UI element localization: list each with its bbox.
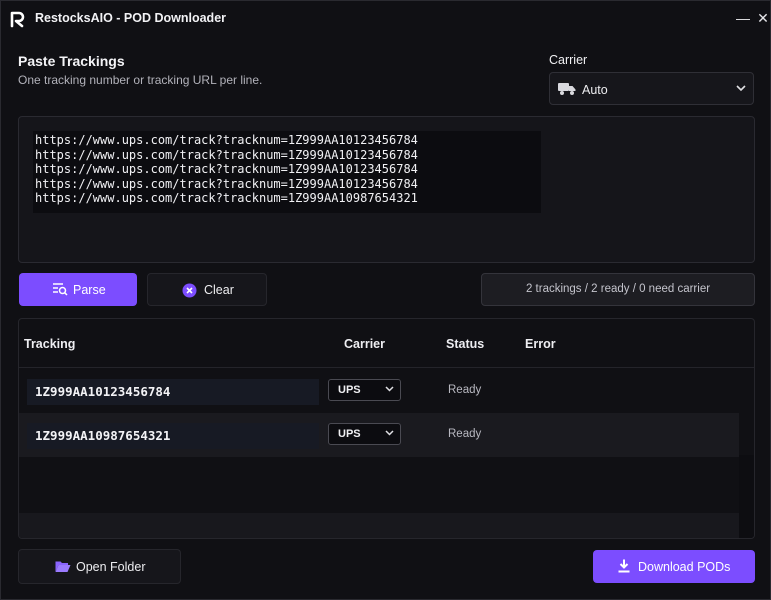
app-window: RestocksAIO - POD Downloader — ✕ Paste T… — [0, 0, 771, 600]
row-carrier-dropdown[interactable]: UPS — [328, 423, 401, 445]
open-folder-label: Open Folder — [76, 560, 146, 574]
restocks-logo-icon — [10, 11, 25, 28]
status-cell: Ready — [448, 428, 482, 440]
row-carrier-dropdown[interactable]: UPS — [328, 379, 401, 401]
open-folder-button[interactable]: Open Folder — [18, 549, 181, 584]
tracking-input-box[interactable]: https://www.ups.com/track?tracknum=1Z999… — [18, 116, 755, 263]
chevron-down-icon — [385, 386, 394, 392]
column-header-tracking[interactable]: Tracking — [24, 337, 75, 351]
carrier-label: Carrier — [549, 53, 588, 67]
carrier-selected-value: Auto — [582, 83, 608, 97]
row-carrier-value: UPS — [338, 384, 361, 396]
parse-button-label: Parse — [73, 283, 106, 297]
clear-x-circle-icon — [182, 283, 197, 298]
window-title: RestocksAIO - POD Downloader — [35, 11, 227, 25]
download-pods-button[interactable]: Download PODs — [593, 550, 755, 583]
status-cell: Ready — [448, 384, 482, 396]
trackings-table: Tracking Carrier Status Error 1Z999AA101… — [18, 318, 755, 539]
table-row[interactable]: 1Z999AA10123456784 UPS Ready — [19, 369, 739, 413]
tracking-cell[interactable]: 1Z999AA10987654321 — [27, 423, 319, 449]
header-divider — [19, 367, 754, 368]
vertical-scrollbar[interactable] — [739, 455, 754, 538]
status-summary: 2 trackings / 2 ready / 0 need carrier — [481, 273, 755, 306]
parse-button[interactable]: Parse — [19, 273, 137, 306]
tracking-input-text[interactable]: https://www.ups.com/track?tracknum=1Z999… — [33, 131, 541, 213]
section-subtitle: One tracking number or tracking URL per … — [18, 73, 263, 87]
tracking-cell[interactable]: 1Z999AA10123456784 — [27, 379, 319, 405]
clear-button-label: Clear — [204, 283, 234, 297]
row-carrier-value: UPS — [338, 428, 361, 440]
section-title: Paste Trackings — [18, 53, 125, 69]
truck-icon — [558, 83, 576, 95]
minimize-button[interactable]: — — [734, 9, 752, 27]
close-button[interactable]: ✕ — [754, 9, 771, 27]
chevron-down-icon — [736, 85, 746, 92]
title-bar[interactable]: RestocksAIO - POD Downloader — ✕ — [1, 1, 770, 35]
chevron-down-icon — [385, 430, 394, 436]
download-pods-label: Download PODs — [638, 560, 731, 574]
list-search-icon — [53, 283, 68, 296]
carrier-dropdown[interactable]: Auto — [549, 72, 754, 105]
empty-table-area — [19, 465, 739, 513]
download-icon — [618, 559, 630, 573]
column-header-carrier[interactable]: Carrier — [344, 337, 385, 351]
column-header-status[interactable]: Status — [446, 337, 484, 351]
table-row[interactable]: 1Z999AA10987654321 UPS Ready — [19, 413, 739, 457]
empty-table-area — [19, 513, 739, 538]
folder-open-icon — [55, 561, 71, 572]
column-header-error[interactable]: Error — [525, 337, 556, 351]
clear-button[interactable]: Clear — [147, 273, 267, 306]
